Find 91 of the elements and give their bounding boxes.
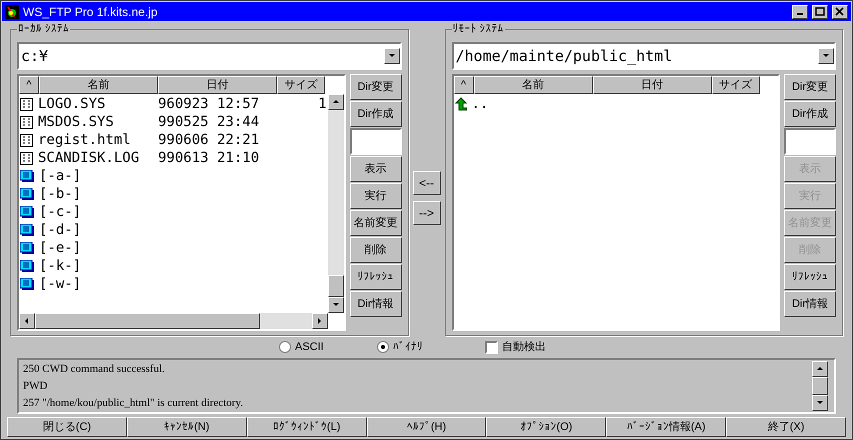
scroll-right-button[interactable] — [312, 313, 328, 329]
path-dropdown[interactable]: c:¥ — [17, 42, 402, 70]
drive-icon — [20, 206, 34, 218]
file-name[interactable]: [-b-] — [39, 184, 154, 204]
close-button[interactable] — [832, 4, 848, 18]
side-button[interactable]: ﾘﾌﾚｯｼｭ — [784, 264, 836, 290]
drive-icon — [20, 170, 34, 182]
column-header[interactable]: 日付 — [592, 76, 712, 94]
drive-icon — [20, 242, 34, 254]
footer-button[interactable]: ﾊﾞｰｼﾞｮﾝ情報(A) — [606, 417, 726, 437]
column-header[interactable]: ^ — [454, 76, 474, 94]
column-header[interactable]: 名前 — [474, 76, 592, 94]
file-icon — [20, 98, 33, 110]
column-header[interactable]: サイズ — [712, 76, 760, 94]
column-header[interactable]: 日付 — [158, 76, 277, 94]
scroll-thumb[interactable] — [812, 377, 828, 395]
file-name[interactable]: [-e-] — [39, 238, 154, 258]
minimize-button[interactable] — [792, 4, 808, 18]
column-header[interactable]: 名前 — [39, 76, 158, 94]
drive-icon — [20, 224, 34, 236]
footer-button[interactable]: ﾍﾙﾌﾟ(H) — [366, 417, 486, 437]
side-button[interactable]: Dir変更 — [784, 74, 836, 100]
scroll-up-button[interactable] — [328, 94, 344, 110]
side-button[interactable]: 削除 — [350, 237, 402, 263]
close-icon — [835, 7, 845, 16]
transfer-button[interactable]: <-- — [412, 171, 440, 195]
app-logo-icon — [5, 4, 19, 18]
log-line: 257 "/home/kou/public_html" is current directory. — [23, 396, 244, 411]
checkbox[interactable] — [485, 340, 498, 354]
file-date: 990525 23:44 — [158, 112, 260, 132]
file-date: 990606 22:21 — [158, 130, 260, 150]
dropdown-button[interactable] — [818, 48, 834, 64]
filter-field[interactable] — [350, 128, 402, 155]
vertical-scrollbar[interactable] — [328, 94, 344, 313]
footer-button[interactable]: ﾛｸﾞｳｨﾝﾄﾞｳ(L) — [246, 417, 367, 437]
file-name[interactable]: LOGO.SYS — [38, 94, 153, 114]
file-name[interactable]: [-k-] — [39, 256, 154, 276]
file-size: 1 — [318, 94, 328, 114]
file-icon — [20, 116, 33, 128]
file-name[interactable]: [-a-] — [39, 166, 154, 186]
file-name[interactable]: SCANDISK.LOG — [38, 148, 153, 168]
file-icon — [20, 152, 33, 164]
footer-button[interactable]: ｷｬﾝｾﾙ(N) — [126, 417, 247, 437]
side-button[interactable]: Dir変更 — [350, 74, 402, 100]
file-name[interactable]: [-w-] — [39, 274, 154, 294]
footer-button[interactable]: 終了(X) — [726, 417, 846, 437]
horizontal-scrollbar[interactable] — [19, 313, 328, 329]
side-button[interactable]: ﾘﾌﾚｯｼｭ — [350, 264, 402, 290]
side-button[interactable]: Dir情報 — [784, 291, 836, 317]
radio-button[interactable] — [377, 341, 389, 353]
maximize-button[interactable] — [812, 4, 828, 18]
side-button[interactable]: 名前変更 — [350, 210, 402, 236]
side-button[interactable]: Dir情報 — [350, 291, 402, 317]
file-date: 990613 21:10 — [158, 148, 260, 168]
drive-icon — [20, 278, 34, 290]
scroll-down-button[interactable] — [328, 297, 344, 313]
scroll-thumb[interactable] — [35, 313, 260, 329]
scroll-thumb[interactable] — [328, 275, 344, 297]
radio-button[interactable] — [279, 341, 291, 353]
side-button[interactable]: 表示 — [350, 156, 402, 182]
file-name[interactable]: regist.html — [38, 130, 153, 150]
radio-label: ﾊﾞｲﾅﾘ — [393, 340, 423, 355]
window-title: WS_FTP Pro 1f.kits.ne.jp — [23, 4, 158, 20]
file-icon — [20, 134, 33, 146]
file-date: 960923 12:57 — [158, 94, 260, 114]
log-line: PWD — [23, 379, 48, 394]
footer-button[interactable]: 閉じる(C) — [7, 417, 127, 437]
filter-field[interactable] — [784, 128, 836, 155]
dropdown-button[interactable] — [384, 48, 400, 64]
scroll-left-button[interactable] — [19, 313, 35, 329]
up-arrow-icon — [454, 97, 466, 111]
checkbox-label: 自動検出 — [502, 340, 546, 355]
scroll-up-button[interactable] — [812, 361, 828, 377]
file-name[interactable]: [-c-] — [39, 202, 154, 222]
side-button[interactable]: 実行 — [350, 183, 402, 209]
radio-label: ASCII — [295, 340, 324, 355]
transfer-button[interactable]: --> — [412, 201, 440, 225]
file-name[interactable]: MSDOS.SYS — [38, 112, 153, 132]
drive-icon — [20, 260, 34, 272]
scroll-down-button[interactable] — [812, 395, 828, 411]
path-dropdown[interactable]: /home/mainte/public_html — [452, 42, 836, 70]
side-button[interactable]: Dir作成 — [784, 101, 836, 127]
footer-button[interactable]: ｵﾌﾟｼｮﾝ(O) — [486, 417, 606, 437]
column-header[interactable]: サイズ — [277, 76, 325, 94]
column-header[interactable]: ^ — [19, 76, 39, 94]
log-line: 250 CWD command successful. — [23, 362, 166, 377]
maximize-icon — [815, 7, 825, 16]
side-button[interactable]: Dir作成 — [350, 101, 402, 127]
file-name[interactable]: .. — [472, 94, 586, 114]
file-name[interactable]: [-d-] — [39, 220, 154, 240]
drive-icon — [20, 188, 34, 200]
